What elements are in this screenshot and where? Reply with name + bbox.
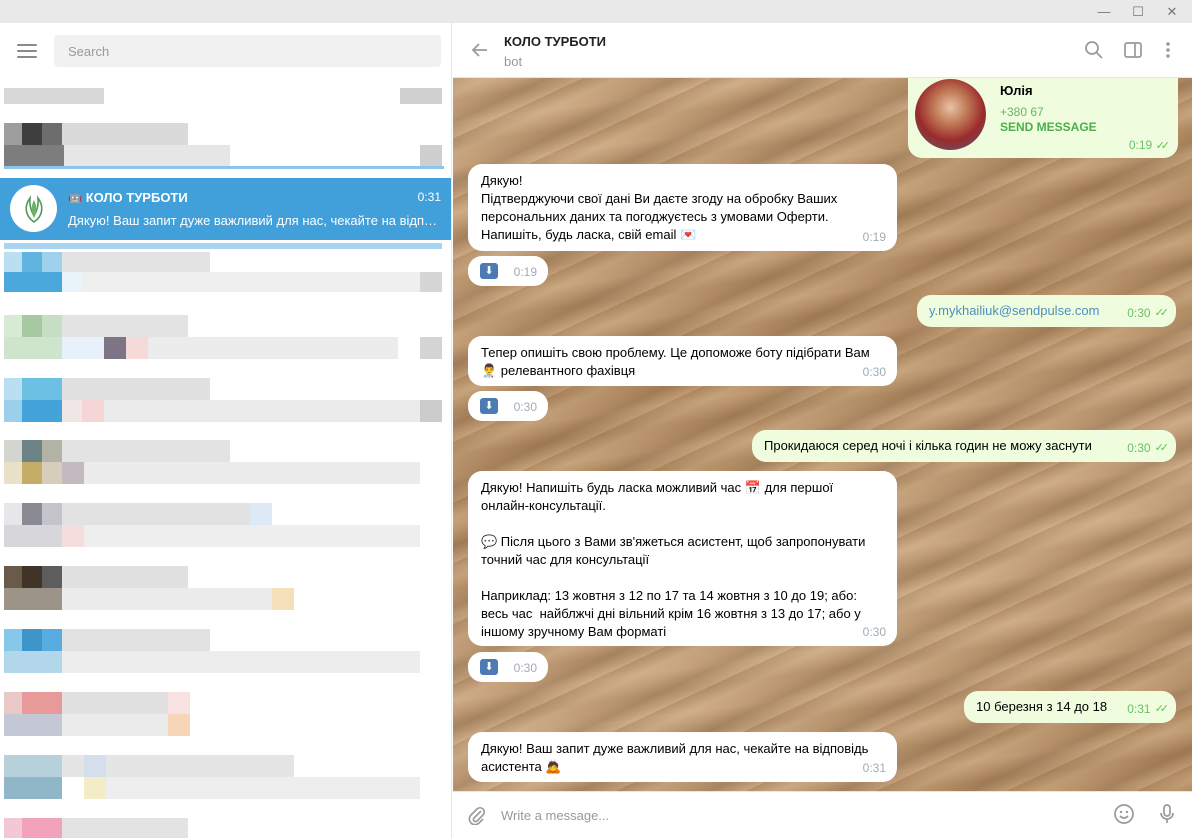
message-time: 0:19 <box>513 265 537 279</box>
message-text: Дякую! Підтверджуючи свої дані Ви даєте … <box>481 173 838 242</box>
back-arrow-icon[interactable] <box>469 39 491 61</box>
download-icon[interactable]: ⬇ <box>480 263 498 279</box>
double-check-icon: ✓✓ <box>1155 140 1171 152</box>
sidebar-header <box>0 23 451 78</box>
window-titlebar: — ☐ ✕ <box>0 0 1192 23</box>
search-input[interactable] <box>54 35 441 67</box>
message-text: y.mykhailiuk@sendpulse.com <box>929 303 1100 318</box>
message-time: 0:19 <box>862 230 886 244</box>
message-time: 0:19 <box>1128 138 1153 152</box>
maximize-button[interactable]: ☐ <box>1120 0 1156 23</box>
message-time: 0:30 <box>1127 441 1151 455</box>
minimize-button[interactable]: — <box>1086 0 1122 23</box>
peer-name[interactable]: КОЛО ТУРБОТИ <box>504 34 606 49</box>
message-time: 0:31 <box>1127 702 1151 716</box>
file-message[interactable]: ⬇ 0:30 <box>468 652 548 682</box>
chat-avatar <box>10 185 57 232</box>
search-icon[interactable] <box>1083 39 1105 61</box>
message-time: 0:30 <box>862 365 886 379</box>
bot-icon: 🤖 <box>68 192 82 204</box>
message-text: 10 березня з 14 до 18 <box>976 699 1108 714</box>
peer-status: bot <box>504 54 523 69</box>
more-vertical-icon[interactable] <box>1157 39 1179 61</box>
chat-preview: Дякую! Ваш запит дуже важливий для нас, … <box>68 213 440 228</box>
download-icon[interactable]: ⬇ <box>480 659 498 675</box>
incoming-message[interactable]: Дякую! Підтверджуючи свої дані Ви даєте … <box>468 164 897 251</box>
download-icon[interactable]: ⬇ <box>480 398 498 414</box>
message-list[interactable]: Юлія +380 67 SEND MESSAGE 0:19 ✓✓ Дякую!… <box>453 78 1192 791</box>
message-composer <box>453 791 1192 838</box>
message-time: 0:30 <box>513 661 537 675</box>
contact-name: Юлія <box>1000 83 1033 98</box>
message-time: 0:30 <box>1127 306 1151 320</box>
message-text: Дякую! Ваш запит дуже важливий для нас, … <box>481 741 869 774</box>
message-text: Дякую! Напишіть будь ласка можливий час … <box>481 480 866 639</box>
redacted-chat-list-top <box>0 78 451 178</box>
outgoing-message[interactable]: Прокидаюся серед ночі і кілька годин не … <box>752 430 1176 462</box>
double-check-icon: ✓✓ <box>1154 307 1170 319</box>
file-message[interactable]: ⬇ 0:30 <box>468 391 548 421</box>
emoji-icon[interactable] <box>1113 803 1135 825</box>
incoming-message[interactable]: Дякую! Напишіть будь ласка можливий час … <box>468 471 897 646</box>
close-button[interactable]: ✕ <box>1154 0 1190 23</box>
file-message[interactable]: ⬇ 0:19 <box>468 256 548 286</box>
message-text: Тепер опишіть свою проблему. Це допоможе… <box>481 345 870 378</box>
contact-avatar <box>915 79 986 150</box>
message-input[interactable] <box>501 802 1101 828</box>
paperclip-icon[interactable] <box>467 805 487 830</box>
double-check-icon: ✓✓ <box>1154 703 1170 715</box>
conversation-header: КОЛО ТУРБОТИ bot <box>453 23 1192 78</box>
outgoing-message[interactable]: y.mykhailiuk@sendpulse.com 0:30 ✓✓ <box>917 295 1176 327</box>
conversation-pane: КОЛО ТУРБОТИ bot Юлія +380 67 SEND MESSA… <box>453 23 1192 838</box>
chat-list-sidebar: 🤖 КОЛО ТУРБОТИ 0:31 Дякую! Ваш запит дуж… <box>0 23 452 838</box>
incoming-message[interactable]: Тепер опишіть свою проблему. Це допоможе… <box>468 336 897 386</box>
chat-item-kolo-turboty[interactable]: 🤖 КОЛО ТУРБОТИ 0:31 Дякую! Ваш запит дуж… <box>0 178 451 240</box>
message-time: 0:30 <box>862 625 886 639</box>
outgoing-message[interactable]: 10 березня з 14 до 18 0:31 ✓✓ <box>964 691 1176 723</box>
menu-icon[interactable] <box>17 44 37 58</box>
microphone-icon[interactable] <box>1156 803 1178 825</box>
leaf-logo-icon <box>24 194 43 223</box>
chat-time: 0:31 <box>417 190 441 204</box>
incoming-message[interactable]: Дякую! Ваш запит дуже важливий для нас, … <box>468 732 897 782</box>
sidebar-toggle-icon[interactable] <box>1122 39 1144 61</box>
redacted-chat-list-bottom <box>0 240 451 838</box>
contact-phone: +380 67 <box>1000 105 1044 119</box>
double-check-icon: ✓✓ <box>1154 442 1170 454</box>
chat-name: КОЛО ТУРБОТИ <box>85 190 188 205</box>
message-time: 0:30 <box>513 400 537 414</box>
message-time: 0:31 <box>862 761 886 775</box>
contact-message[interactable]: Юлія +380 67 SEND MESSAGE 0:19 ✓✓ <box>908 78 1178 158</box>
message-text: Прокидаюся серед ночі і кілька годин не … <box>764 438 1092 453</box>
send-message-link[interactable]: SEND MESSAGE <box>1000 120 1097 134</box>
